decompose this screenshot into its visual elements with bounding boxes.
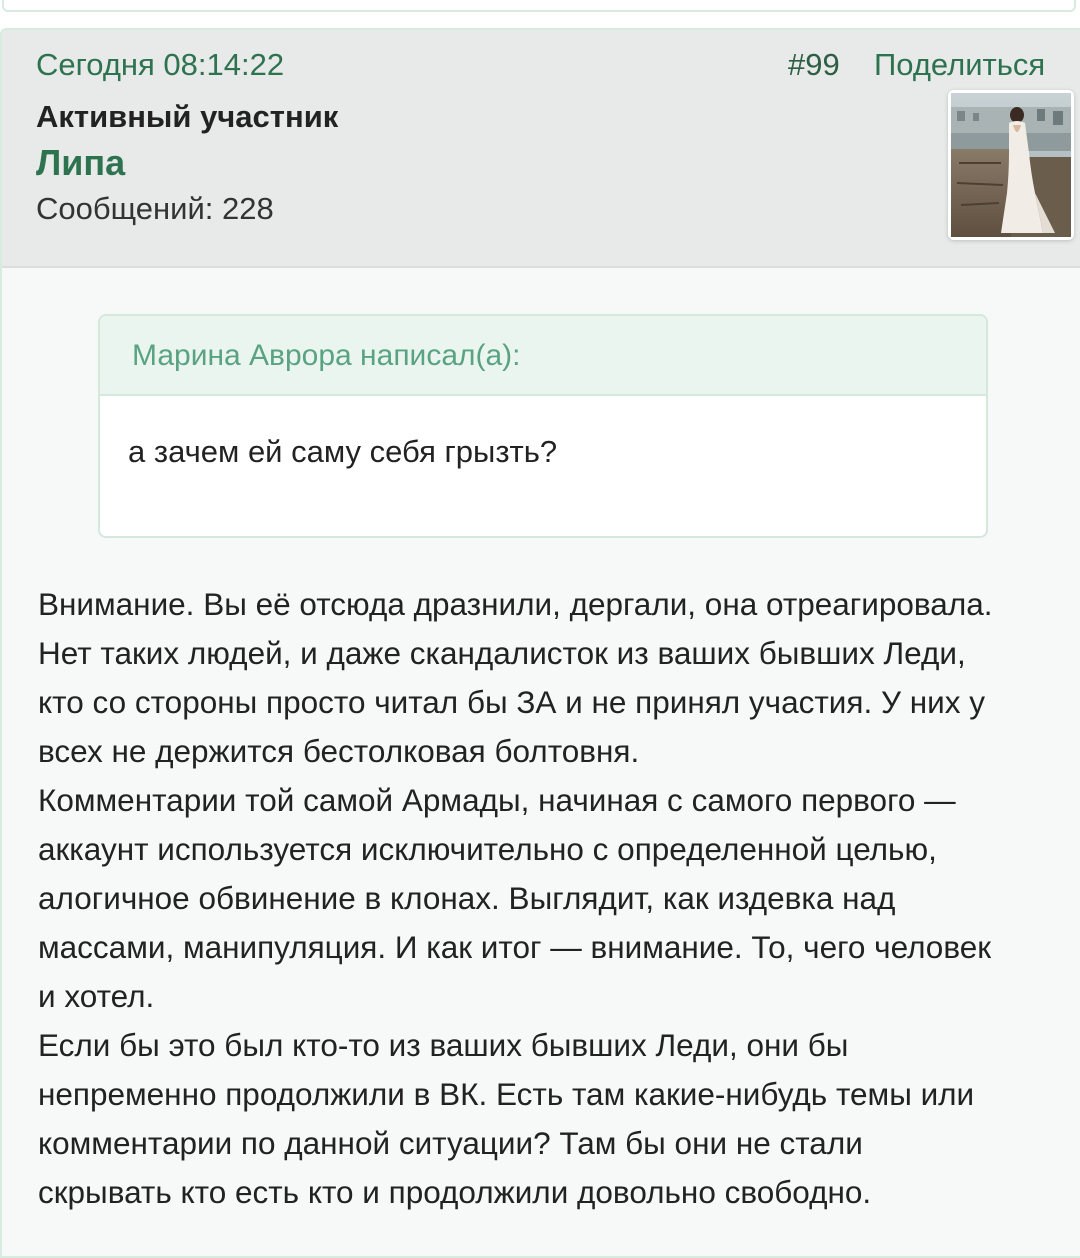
post-header: Сегодня 08:14:22 #99 Поделиться Активный…: [2, 30, 1080, 268]
message-line: аккаунт используется исключительно с опр…: [38, 831, 937, 867]
forum-post: Сегодня 08:14:22 #99 Поделиться Активный…: [0, 28, 1080, 1258]
avatar-photo: [951, 93, 1071, 237]
avatar[interactable]: [948, 90, 1074, 240]
quote-text: а зачем ей саму себя грызть?: [128, 434, 558, 469]
quote-author[interactable]: Марина Аврора написал(а):: [100, 316, 986, 396]
message-line: и хотел.: [38, 978, 155, 1014]
message-line: кто со стороны просто читал бы ЗА и не п…: [38, 684, 985, 720]
message-line: всех не держится бестолковая болтовня.: [38, 733, 640, 769]
quote-block: Марина Аврора написал(а): а зачем ей сам…: [98, 314, 988, 538]
message-line: Внимание. Вы её отсюда дразнили, дергали…: [38, 586, 993, 622]
message-line: массами, манипуляция. И как итог — внима…: [38, 929, 991, 965]
message-line: скрывать кто есть кто и продолжили довол…: [38, 1174, 872, 1210]
post-number[interactable]: #99: [788, 46, 840, 84]
message-line: алогичное обвинение в клонах. Выглядит, …: [38, 880, 896, 916]
message-line: Если бы это был кто-то из ваших бывших Л…: [38, 1027, 849, 1063]
post-date[interactable]: Сегодня 08:14:22: [36, 46, 284, 84]
message-line: Нет таких людей, и даже скандалисток из …: [38, 635, 966, 671]
username[interactable]: Липа: [36, 142, 125, 184]
message-line: комментарии по данной ситуации? Там бы о…: [38, 1125, 863, 1161]
message-line: непременно продолжили в ВК. Есть там как…: [38, 1076, 975, 1112]
post-message: Внимание. Вы её отсюда дразнили, дергали…: [38, 580, 1068, 1217]
share-link[interactable]: Поделиться: [874, 46, 1045, 84]
user-title: Активный участник: [36, 99, 339, 134]
previous-post-edge: [2, 0, 1076, 12]
message-line: Комментарии той самой Армады, начиная с …: [38, 782, 956, 818]
message-count: Сообщений: 228: [36, 191, 274, 226]
